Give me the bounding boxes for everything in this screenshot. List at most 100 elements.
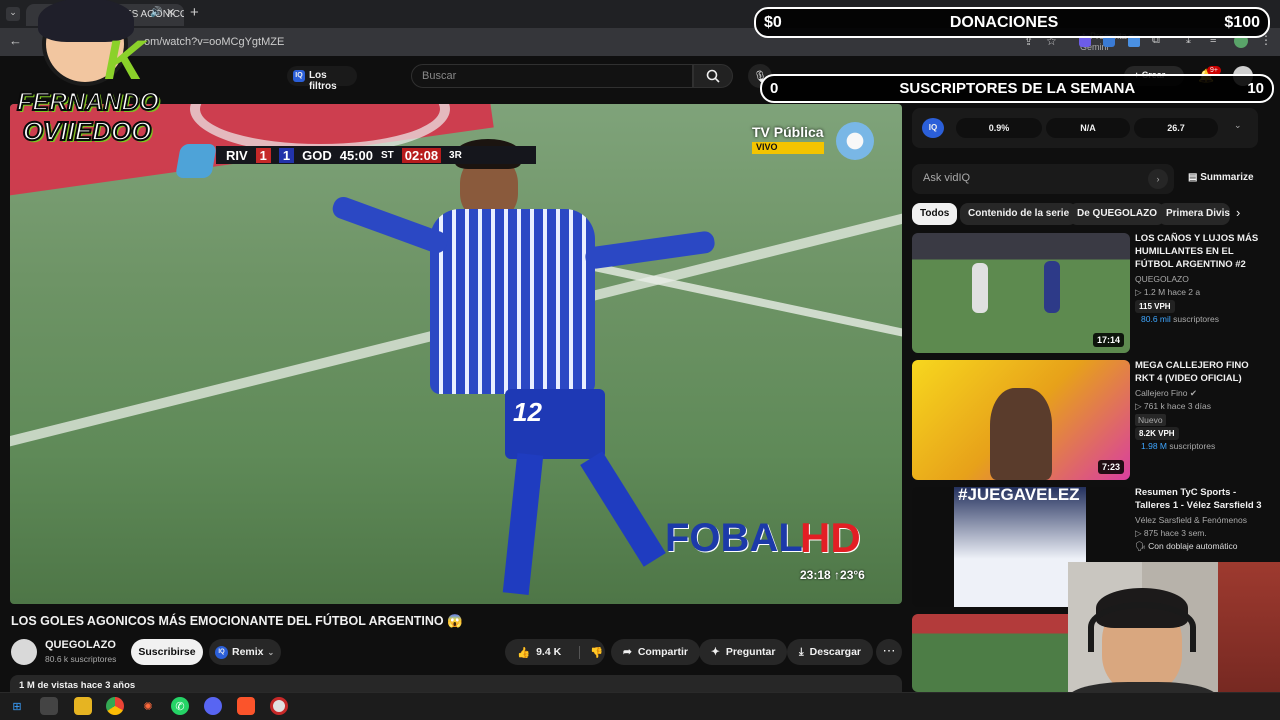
search-button[interactable]	[693, 64, 733, 88]
team2-score: 1	[278, 147, 295, 163]
windows-start-icon[interactable]: ⊞	[8, 697, 26, 715]
search-icon	[706, 69, 720, 83]
subs-label: SUSCRIPTORES DE LA SEMANA	[899, 80, 1136, 97]
channel-name[interactable]: QUEGOLAZO	[45, 639, 116, 651]
donations-target: $100	[1224, 13, 1260, 31]
player-jersey	[430, 209, 595, 394]
donations-goal-bar: $0 DONACIONES $100	[754, 7, 1270, 38]
download-icon: ⤓	[799, 645, 804, 658]
thumbs-up-icon[interactable]: 👍	[517, 646, 530, 659]
logo-text-bottom: OVIIEDOO	[22, 115, 153, 147]
obs-icon[interactable]	[270, 697, 288, 715]
vidiq-stat-3: 26.7	[1134, 118, 1218, 138]
subscribe-button[interactable]: Suscribirse	[131, 639, 203, 665]
download-button[interactable]: ⤓ Descargar	[787, 639, 874, 665]
discord-icon[interactable]	[204, 697, 222, 715]
video-duration: 7:23	[1097, 460, 1124, 474]
video-duration: 17:14	[1092, 333, 1124, 347]
subscribers-goal-bar: 0 SUSCRIPTORES DE LA SEMANA 10	[760, 74, 1274, 103]
recommended-stats: ▷ 875 hace 3 sem.	[1135, 528, 1207, 538]
brave-icon[interactable]	[237, 697, 255, 715]
tab-close-icon[interactable]: ✕	[166, 6, 175, 19]
recommended-channel[interactable]: Vélez Sarsfield & Fenómenos	[1135, 515, 1247, 525]
windows-taskbar	[0, 692, 1280, 720]
chip-from-channel[interactable]: De QUEGOLAZO	[1069, 203, 1166, 225]
team1-label: RIV	[226, 147, 248, 163]
watermark-fobal: FOBAL	[665, 516, 803, 560]
chevron-down-icon: ⌄	[267, 647, 275, 657]
recommended-channel[interactable]: QUEGOLAZO	[1135, 274, 1189, 284]
team1-score: 1	[255, 147, 271, 163]
player-leg-left	[502, 453, 544, 595]
subs-target: 10	[1247, 80, 1264, 97]
thumb-artist	[990, 388, 1052, 480]
search-input[interactable]: Buscar	[411, 64, 693, 88]
sparkle-icon: ✦	[711, 646, 720, 658]
share-button[interactable]: ➦ Compartir	[611, 639, 700, 665]
chip-primera[interactable]: Primera Divisi	[1158, 203, 1230, 225]
streamer-logo: K FERNANDO OVIIEDOO	[12, 0, 162, 166]
video-player[interactable]: 12 RIV 1 1 GOD 45:00 ST 02:08 3R TV Públ…	[10, 104, 902, 604]
summarize-button[interactable]: ▤ Summarize	[1188, 172, 1254, 183]
recommended-thumbnail[interactable]: 17:14	[912, 233, 1130, 353]
recommended-title[interactable]: LOS CAÑOS Y LUJOS MÁS HUMILLANTES EN EL …	[1135, 232, 1265, 271]
recommended-stats: ▷ 1.2 M hace 2 a	[1135, 287, 1201, 297]
share-icon: ➦	[623, 646, 632, 658]
thumbs-down-icon[interactable]: 👎	[579, 645, 603, 659]
description-box[interactable]: 1 M de vistas hace 3 años	[10, 675, 902, 692]
file-explorer-icon[interactable]	[74, 697, 92, 715]
verified-check-icon: ✔	[1189, 388, 1197, 398]
chip-all[interactable]: Todos	[912, 203, 958, 225]
channel-avatar[interactable]	[11, 639, 37, 665]
subs-current: 0	[770, 80, 779, 97]
thumb-hashtag: #JUEGAVELEZ	[958, 487, 1080, 504]
recommended-title[interactable]: Resumen TyC Sports - Talleres 1 - Vélez …	[1135, 486, 1265, 512]
donations-current: $0	[764, 13, 782, 31]
jersey-number: 12	[513, 397, 542, 427]
whatsapp-icon[interactable]: ✆	[171, 697, 189, 715]
book-icon: ▤	[1188, 172, 1201, 183]
vidiq-icon: IQ	[215, 645, 228, 659]
dubbing-icon: 🗣	[1135, 541, 1146, 551]
recommended-title[interactable]: MEGA CALLEJERO FINO RKT 4 (VIDEO OFICIAL…	[1135, 359, 1265, 385]
thumb-player	[1044, 261, 1060, 313]
scorebug: RIV 1 1 GOD 45:00 ST 02:08 3R	[216, 146, 536, 164]
watermark-hd: HD	[800, 514, 861, 561]
ask-vidiq-input[interactable]: Ask vidIQ ›	[912, 164, 1174, 194]
vph-badge: 115 VPH	[1135, 300, 1175, 313]
more-actions-icon[interactable]: ⋯	[876, 639, 902, 665]
vidiq-expand-chevron-icon[interactable]: ⌄	[1234, 120, 1242, 131]
like-count[interactable]: 9.4 K	[536, 646, 561, 658]
recommended-subs: 1.98 M suscriptores	[1141, 441, 1216, 451]
headphones-icon	[1088, 602, 1196, 652]
new-tab-icon[interactable]: +	[190, 4, 199, 21]
vidiq-logo[interactable]: IQ	[922, 118, 944, 138]
ask-button[interactable]: ✦ Preguntar	[699, 639, 788, 665]
recommended-thumbnail[interactable]: 7:23	[912, 360, 1130, 480]
recommended-subs: 80.6 mil suscriptores	[1141, 314, 1219, 324]
vph-badge: 8.2K VPH	[1135, 427, 1179, 440]
chip-series[interactable]: Contenido de la serie	[960, 203, 1078, 225]
logo-k-mark: K	[104, 28, 145, 91]
team2-label: GOD	[302, 147, 332, 163]
vidiq-stat-1: 0.9%	[956, 118, 1042, 138]
recommended-channel[interactable]: Callejero Fino ✔	[1135, 388, 1197, 399]
live-badge: VIVO	[752, 142, 824, 154]
remix-button[interactable]: IQ Remix ⌄	[209, 639, 281, 665]
new-badge: Nuevo	[1135, 414, 1166, 426]
scorebug-tag: 3R	[449, 149, 462, 161]
thumb-player	[972, 263, 988, 313]
added-time: 02:08	[401, 147, 442, 163]
thumb-players	[954, 487, 1086, 607]
chips-next-chevron-icon[interactable]: ›	[1236, 205, 1240, 220]
vidiq-icon: IQ	[293, 70, 305, 82]
chrome-icon[interactable]	[106, 697, 124, 715]
filters-button[interactable]: IQ Los filtros	[287, 66, 357, 92]
app-sparkle-icon[interactable]: ✺	[139, 697, 157, 715]
send-arrow-icon[interactable]: ›	[1148, 169, 1168, 189]
taskview-icon[interactable]	[40, 697, 58, 715]
donations-label: DONACIONES	[949, 13, 1059, 31]
dubbing-badge: 🗣 Con doblaje automático	[1135, 541, 1238, 551]
vidiq-stat-2: N/A	[1046, 118, 1130, 138]
screen: ⌄ (1) LOS GOLES AGONICOS M 🔊 ✕ + ← om/wa…	[0, 0, 1280, 720]
